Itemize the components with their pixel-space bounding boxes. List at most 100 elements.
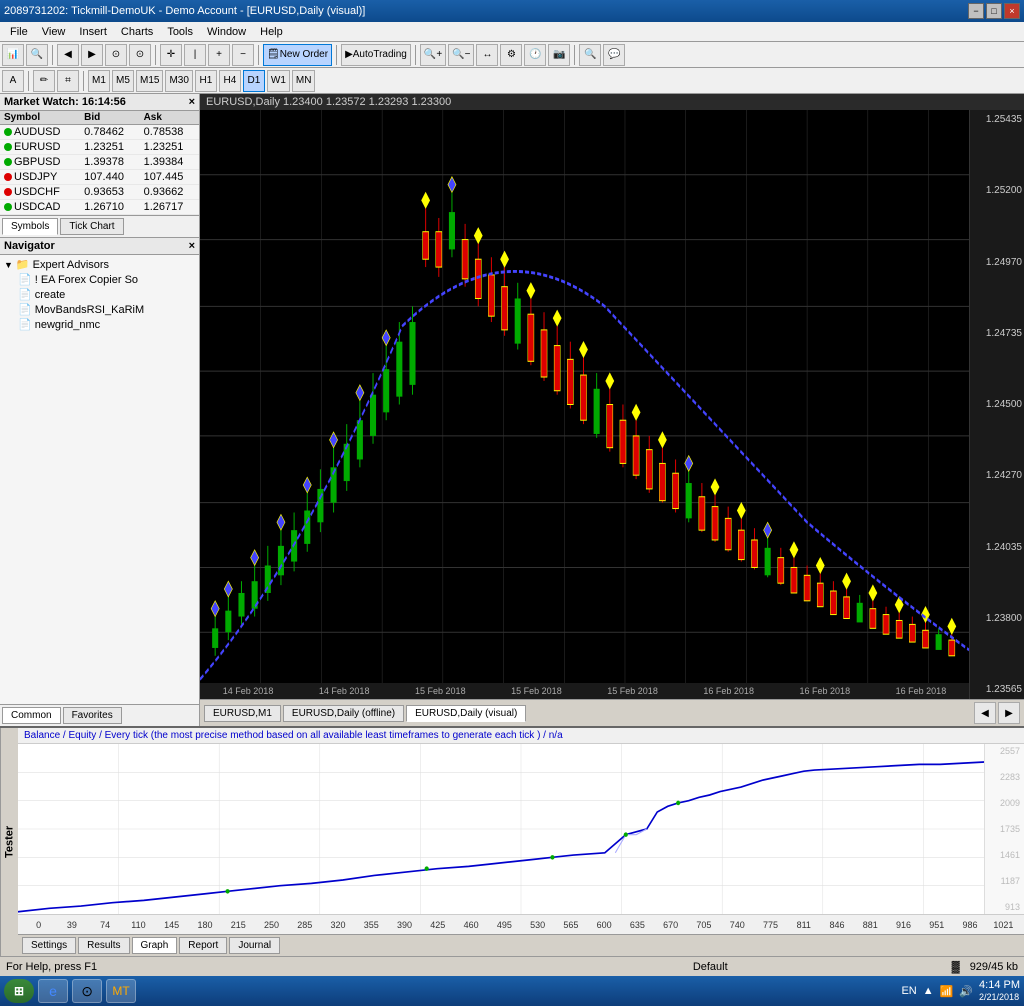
menu-bar: File View Insert Charts Tools Window Hel… xyxy=(0,22,1024,42)
zoom-in-btn[interactable]: + xyxy=(208,44,230,66)
expand-icon: ▼ xyxy=(4,260,13,270)
tf-w1[interactable]: W1 xyxy=(267,70,290,92)
tf-m30[interactable]: M30 xyxy=(165,70,192,92)
market-watch-close-icon[interactable]: × xyxy=(189,96,195,108)
nav-tab-favorites[interactable]: Favorites xyxy=(63,707,122,724)
tab-tick-chart[interactable]: Tick Chart xyxy=(60,218,123,235)
x-811: 811 xyxy=(787,920,820,930)
home-btn[interactable]: ⊙ xyxy=(105,44,127,66)
search-btn[interactable]: 🔍 xyxy=(579,44,601,66)
menu-view[interactable]: View xyxy=(36,25,72,39)
tf-m15[interactable]: M15 xyxy=(136,70,163,92)
menu-charts[interactable]: Charts xyxy=(115,25,159,39)
chart-canvas[interactable]: 1.25435 1.25200 1.24970 1.24735 1.24500 … xyxy=(200,110,1024,699)
tf-h1[interactable]: H1 xyxy=(195,70,217,92)
tester-label[interactable]: Tester xyxy=(0,728,18,956)
x-881: 881 xyxy=(854,920,887,930)
screenshot-btn[interactable]: 📷 xyxy=(548,44,570,66)
autotrading-btn[interactable]: ▶ AutoTrading xyxy=(341,44,411,66)
zoom-out-btn[interactable]: − xyxy=(232,44,254,66)
date-3: 15 Feb 2018 xyxy=(415,686,466,696)
zoom-out2-btn[interactable]: 🔍− xyxy=(448,44,474,66)
market-watch-row[interactable]: EURUSD 1.23251 1.23251 xyxy=(0,140,199,155)
tf-m5[interactable]: M5 xyxy=(112,70,134,92)
x-600: 600 xyxy=(588,920,621,930)
menu-insert[interactable]: Insert xyxy=(73,25,113,39)
chart-tab-next[interactable]: ▶ xyxy=(998,702,1020,724)
properties-btn[interactable]: ⚙ xyxy=(500,44,522,66)
x-740: 740 xyxy=(721,920,754,930)
tf-d1[interactable]: D1 xyxy=(243,70,265,92)
minimize-button[interactable]: − xyxy=(968,3,984,19)
period-sep-btn[interactable]: | xyxy=(184,44,206,66)
market-watch-row[interactable]: GBPUSD 1.39378 1.39384 xyxy=(0,155,199,170)
cursor-btn[interactable]: A xyxy=(2,70,24,92)
tester-graph-header: Balance / Equity / Every tick (the most … xyxy=(18,728,1024,744)
tester-tab-graph[interactable]: Graph xyxy=(132,937,178,954)
back-btn[interactable]: ◀ xyxy=(57,44,79,66)
file-icon4: 📄 xyxy=(18,318,32,331)
fib-btn[interactable]: ⌗ xyxy=(57,70,79,92)
menu-tools[interactable]: Tools xyxy=(161,25,199,39)
equity-text: Equity xyxy=(68,730,96,741)
market-watch-row[interactable]: USDCHF 0.93653 0.93662 xyxy=(0,185,199,200)
nav-tab-common[interactable]: Common xyxy=(2,707,61,724)
symbol-cell: GBPUSD xyxy=(0,155,80,170)
maximize-button[interactable]: □ xyxy=(986,3,1002,19)
tab-symbols[interactable]: Symbols xyxy=(2,218,58,235)
tester-tab-report[interactable]: Report xyxy=(179,937,227,954)
nav-ea1[interactable]: 📄 ! EA Forex Copier So xyxy=(2,272,197,287)
nav-expert-advisors[interactable]: ▼ 📁 Expert Advisors xyxy=(2,257,197,272)
x-390: 390 xyxy=(388,920,421,930)
price-label-2: 1.25200 xyxy=(972,185,1022,196)
start-button[interactable]: ⊞ xyxy=(4,979,34,1003)
tf-mn[interactable]: MN xyxy=(292,70,316,92)
navigator-tabs: Common Favorites xyxy=(0,704,199,726)
taskbar-app-chrome[interactable]: ⊙ xyxy=(72,979,102,1003)
tester-tab-journal[interactable]: Journal xyxy=(229,937,280,954)
chart-tab-prev[interactable]: ◀ xyxy=(974,702,996,724)
market-watch-row[interactable]: AUDUSD 0.78462 0.78538 xyxy=(0,125,199,140)
menu-file[interactable]: File xyxy=(4,25,34,39)
y-label-2557: 2557 xyxy=(987,746,1022,756)
market-watch: Market Watch: 16:14:56 × Symbol Bid Ask … xyxy=(0,94,199,237)
end-btn[interactable]: ⊙ xyxy=(129,44,151,66)
ask-cell: 107.445 xyxy=(140,170,199,185)
crosshair-btn[interactable]: ✛ xyxy=(160,44,182,66)
up-arrow-icon: ▲ xyxy=(923,985,934,997)
new-chart-btn[interactable]: 📊 xyxy=(2,44,24,66)
taskbar-app-mt4[interactable]: MT xyxy=(106,979,136,1003)
tester-tab-results[interactable]: Results xyxy=(78,937,129,954)
forward-btn[interactable]: ▶ xyxy=(81,44,103,66)
tf-m1[interactable]: M1 xyxy=(88,70,110,92)
close-button[interactable]: × xyxy=(1004,3,1020,19)
new-order-btn[interactable]: 🗒 New Order xyxy=(263,44,332,66)
nav-ea4[interactable]: 📄 newgrid_nmc xyxy=(2,317,197,332)
chart-tab-daily-visual[interactable]: EURUSD,Daily (visual) xyxy=(406,705,526,722)
menu-window[interactable]: Window xyxy=(201,25,252,39)
navigator-close-icon[interactable]: × xyxy=(189,240,195,252)
draw-btn[interactable]: ✏ xyxy=(33,70,55,92)
taskbar-app-ie[interactable]: e xyxy=(38,979,68,1003)
terminal-btn[interactable]: 💬 xyxy=(603,44,625,66)
x-285: 285 xyxy=(288,920,321,930)
title-bar-text: 2089731202: Tickmill-DemoUK - Demo Accou… xyxy=(4,5,365,17)
tester-tab-settings[interactable]: Settings xyxy=(22,937,76,954)
x-74: 74 xyxy=(89,920,122,930)
memory-icon: ▓ xyxy=(952,961,960,973)
menu-help[interactable]: Help xyxy=(254,25,289,39)
nav-ea3[interactable]: 📄 MovBandsRSI_KaRiM xyxy=(2,302,197,317)
nav-ea2[interactable]: 📄 create xyxy=(2,287,197,302)
chart-tab-daily-offline[interactable]: EURUSD,Daily (offline) xyxy=(283,705,404,722)
zoom-in2-btn[interactable]: 🔍+ xyxy=(420,44,446,66)
fit-btn[interactable]: ↔ xyxy=(476,44,498,66)
market-watch-row[interactable]: USDJPY 107.440 107.445 xyxy=(0,170,199,185)
y-label-1187: 1187 xyxy=(987,876,1022,886)
symbol-name: USDCHF xyxy=(14,186,60,198)
tf-h4[interactable]: H4 xyxy=(219,70,241,92)
x-250: 250 xyxy=(255,920,288,930)
clock-btn[interactable]: 🕐 xyxy=(524,44,546,66)
chart-tab-m1[interactable]: EURUSD,M1 xyxy=(204,705,281,722)
chart-zoom-btn[interactable]: 🔍 xyxy=(26,44,48,66)
market-watch-row[interactable]: USDCAD 1.26710 1.26717 xyxy=(0,200,199,215)
